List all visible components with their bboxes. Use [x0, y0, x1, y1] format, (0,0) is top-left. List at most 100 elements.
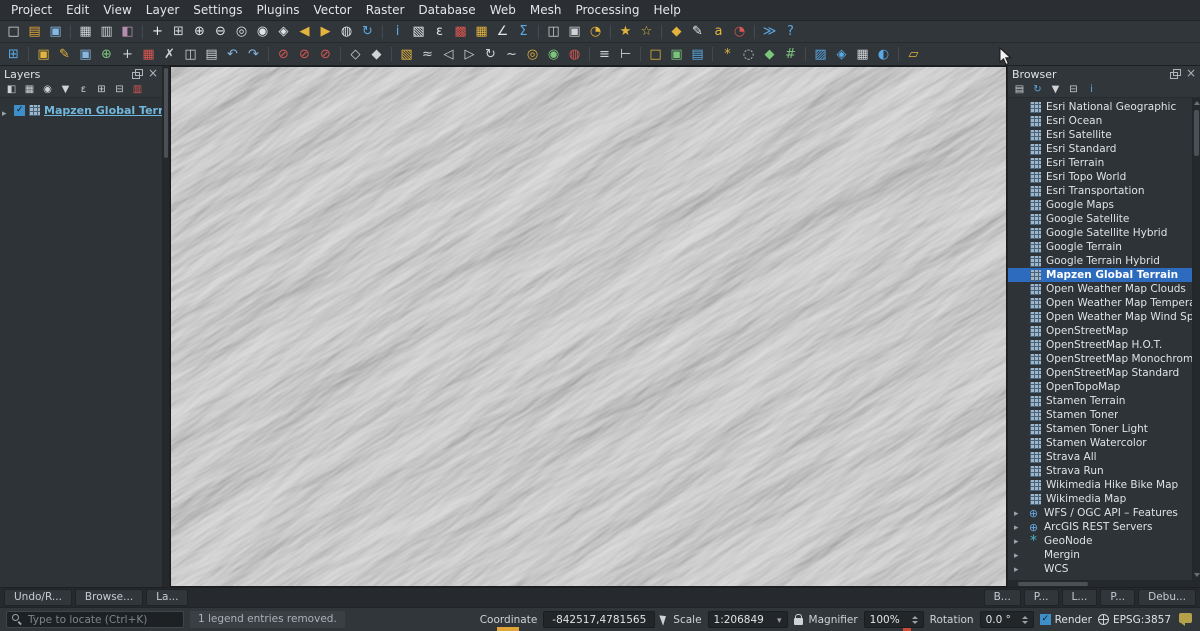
layers-scrollbar[interactable]: [162, 66, 169, 587]
vertex-tool-current-layer-icon[interactable]: ◆: [366, 44, 387, 64]
menu-mesh[interactable]: Mesh: [523, 1, 569, 19]
spatial-query-icon[interactable]: ◈: [831, 44, 852, 64]
close-panel-icon[interactable]: [145, 68, 158, 80]
browser-item[interactable]: Esri National Geographic: [1008, 100, 1192, 114]
refresh-browser-icon[interactable]: ↻: [1029, 83, 1046, 97]
properties-widget-icon[interactable]: i: [1083, 83, 1100, 97]
cut-features-icon[interactable]: ✗: [159, 44, 180, 64]
text-annotation-icon[interactable]: ✎: [687, 22, 708, 42]
expand-arrow-icon[interactable]: [1014, 549, 1023, 561]
coordinate-value[interactable]: -842517,4781565: [543, 611, 655, 628]
paste-features-icon[interactable]: ▤: [201, 44, 222, 64]
vertex-tool-icon[interactable]: ◇: [345, 44, 366, 64]
expand-arrow-icon[interactable]: [1014, 521, 1023, 533]
rotate-feature-icon[interactable]: ↻: [480, 44, 501, 64]
browser-item[interactable]: OpenStreetMap H.O.T.: [1008, 338, 1192, 352]
labeling-icon[interactable]: a: [708, 22, 729, 42]
identify-features-icon[interactable]: i: [387, 22, 408, 42]
multi-edit-icon[interactable]: ▧: [396, 44, 417, 64]
add-selected-layers-icon[interactable]: ▤: [1011, 83, 1028, 97]
expand-arrow-icon[interactable]: [2, 101, 10, 120]
tab-undo-redo[interactable]: Undo/R...: [4, 589, 72, 606]
refresh-map-icon[interactable]: ↻: [357, 22, 378, 42]
browser-item[interactable]: Stamen Watercolor: [1008, 436, 1192, 450]
map-canvas[interactable]: [170, 66, 1007, 587]
scale-combo[interactable]: 1:206849: [708, 611, 788, 628]
browser-item[interactable]: GeoNode: [1008, 534, 1192, 548]
grass-tools-icon[interactable]: #: [780, 44, 801, 64]
browser-item[interactable]: Esri Transportation: [1008, 184, 1192, 198]
browser-item[interactable]: OpenTopoMap: [1008, 380, 1192, 394]
menu-help[interactable]: Help: [647, 1, 688, 19]
layer-item[interactable]: Mapzen Global Terrain: [0, 102, 162, 118]
zoom-to-selection-icon[interactable]: ◉: [252, 22, 273, 42]
new-3d-map-view-icon[interactable]: ▣: [564, 22, 585, 42]
layout-checker-icon[interactable]: ▦: [852, 44, 873, 64]
add-group-icon[interactable]: ▦: [21, 83, 38, 97]
menu-plugins[interactable]: Plugins: [249, 1, 306, 19]
browser-item[interactable]: Stamen Toner Light: [1008, 422, 1192, 436]
tab-browser[interactable]: B...: [984, 589, 1021, 606]
zoom-out-icon[interactable]: ⊖: [210, 22, 231, 42]
undo-icon[interactable]: ↶: [222, 44, 243, 64]
python-console-icon[interactable]: ≫: [759, 22, 780, 42]
browser-item[interactable]: Google Maps: [1008, 198, 1192, 212]
processing-toolbox-icon[interactable]: *: [717, 44, 738, 64]
browser-item[interactable]: Esri Terrain: [1008, 156, 1192, 170]
scroll-down-icon[interactable]: [1194, 573, 1200, 577]
show-bookmarks-icon[interactable]: ☆: [636, 22, 657, 42]
browser-vertical-scrollbar[interactable]: [1192, 98, 1200, 580]
annotations-toolbar-icon[interactable]: ▱: [903, 44, 924, 64]
close-panel-icon[interactable]: [1183, 68, 1196, 80]
browser-item[interactable]: Google Terrain: [1008, 240, 1192, 254]
expand-arrow-icon[interactable]: [1014, 563, 1023, 575]
temporal-controller-icon[interactable]: ◔: [585, 22, 606, 42]
browser-item[interactable]: Google Satellite Hybrid: [1008, 226, 1192, 240]
menu-raster[interactable]: Raster: [359, 1, 412, 19]
open-attribute-table-icon[interactable]: ▦: [471, 22, 492, 42]
new-bookmark-icon[interactable]: ★: [615, 22, 636, 42]
tab-layers[interactable]: La...: [146, 589, 188, 606]
metasearch-icon[interactable]: ◐: [873, 44, 894, 64]
tab-problems[interactable]: P...: [1100, 589, 1135, 606]
redo-icon[interactable]: ↷: [243, 44, 264, 64]
zoom-last-icon[interactable]: ◀: [294, 22, 315, 42]
menu-processing[interactable]: Processing: [568, 1, 646, 19]
browser-item[interactable]: Stamen Terrain: [1008, 394, 1192, 408]
reshape-features-icon[interactable]: ≈: [417, 44, 438, 64]
menu-edit[interactable]: Edit: [59, 1, 96, 19]
browser-item[interactable]: OpenStreetMap Standard: [1008, 366, 1192, 380]
browser-item[interactable]: Esri Satellite: [1008, 128, 1192, 142]
menu-database[interactable]: Database: [411, 1, 482, 19]
new-map-view-icon[interactable]: ◫: [543, 22, 564, 42]
browser-item[interactable]: Open Weather Map Clouds: [1008, 282, 1192, 296]
zoom-to-layer-icon[interactable]: ◈: [273, 22, 294, 42]
filter-legend-icon[interactable]: ▼: [57, 83, 74, 97]
menu-web[interactable]: Web: [483, 1, 523, 19]
enable-tracing-icon[interactable]: ⊘: [294, 44, 315, 64]
browser-item[interactable]: Open Weather Map Temperature: [1008, 296, 1192, 310]
menu-project[interactable]: Project: [4, 1, 59, 19]
locate-search[interactable]: [6, 611, 184, 628]
expand-arrow-icon[interactable]: [1014, 535, 1023, 547]
filter-browser-icon[interactable]: ▼: [1047, 83, 1064, 97]
browser-item[interactable]: Google Satellite: [1008, 212, 1192, 226]
browser-item[interactable]: Wikimedia Map: [1008, 492, 1192, 506]
simplify-feature-icon[interactable]: ~: [501, 44, 522, 64]
manage-map-themes-icon[interactable]: ◉: [39, 83, 56, 97]
menu-settings[interactable]: Settings: [186, 1, 249, 19]
browser-item[interactable]: Esri Ocean: [1008, 114, 1192, 128]
zoom-in-icon[interactable]: ⊕: [189, 22, 210, 42]
open-layer-styling-icon[interactable]: ◧: [3, 83, 20, 97]
select-by-expression-icon[interactable]: ε: [429, 22, 450, 42]
datasource-manager-icon[interactable]: ⊞: [3, 44, 24, 64]
delete-ring-icon[interactable]: ◍: [564, 44, 585, 64]
osm-search-icon[interactable]: ◌: [738, 44, 759, 64]
style-manager-icon[interactable]: ◧: [117, 22, 138, 42]
add-part-icon[interactable]: ◉: [543, 44, 564, 64]
tab-browser-secondary[interactable]: Browse...: [75, 589, 143, 606]
browser-item[interactable]: WFS / OGC API – Features: [1008, 506, 1192, 520]
add-ring-icon[interactable]: ◎: [522, 44, 543, 64]
new-project-icon[interactable]: □: [3, 22, 24, 42]
new-virtual-layer-icon[interactable]: ▤: [687, 44, 708, 64]
